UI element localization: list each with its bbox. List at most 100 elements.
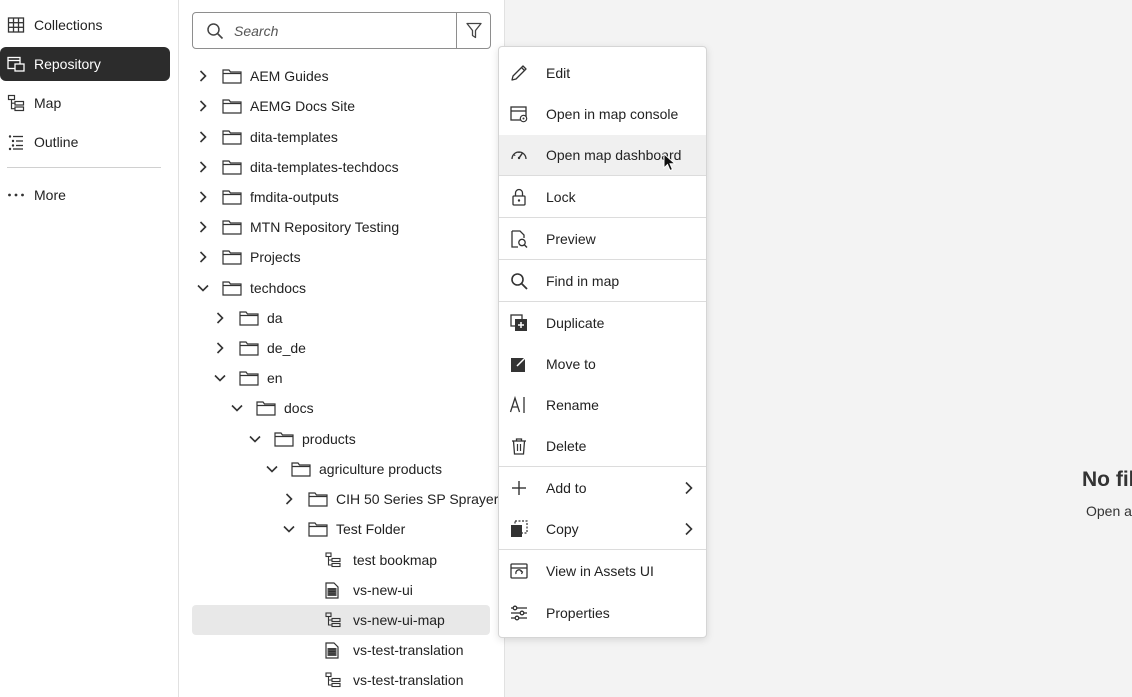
menu-divider	[499, 466, 706, 467]
chevron-right-icon[interactable]	[196, 69, 210, 83]
preview-icon	[509, 229, 529, 249]
chevron-right-icon[interactable]	[196, 220, 210, 234]
tree-row[interactable]: products	[248, 424, 356, 454]
filter-icon	[465, 22, 482, 39]
folder-icon	[308, 521, 328, 537]
tree-row[interactable]: agriculture products	[265, 454, 442, 484]
folder-icon	[274, 431, 294, 447]
tree-row-label: AEMG Docs Site	[250, 98, 356, 114]
chevron-down-icon[interactable]	[265, 462, 279, 476]
nav-item-label: Outline	[34, 134, 79, 150]
folder-icon	[222, 159, 242, 175]
chevron-right-icon[interactable]	[196, 250, 210, 264]
tree-row[interactable]: AEM Guides	[196, 61, 329, 91]
topic-file-icon	[325, 641, 345, 659]
tree-row[interactable]: vs-test-translation	[299, 665, 463, 695]
nav-item-label: Collections	[34, 17, 103, 33]
left-navigation: Collections Repository Map Outline More	[0, 0, 179, 697]
map-console-icon	[509, 104, 529, 124]
chevron-down-icon[interactable]	[196, 281, 210, 295]
folder-icon	[222, 219, 242, 235]
menu-item-edit[interactable]: Edit	[499, 53, 706, 93]
menu-item-find-in-map[interactable]: Find in map	[499, 261, 706, 301]
more-icon	[7, 186, 25, 204]
folder-icon	[222, 98, 242, 114]
copy-icon	[509, 519, 529, 539]
chevron-down-icon[interactable]	[213, 371, 227, 385]
outline-icon	[7, 133, 25, 151]
tree-row[interactable]: de_de	[213, 333, 306, 363]
menu-item-rename[interactable]: Rename	[499, 385, 706, 425]
tree-row[interactable]: dita-templates	[196, 122, 338, 152]
menu-item-label: Rename	[546, 397, 599, 413]
tree-row[interactable]: Test Folder	[282, 514, 405, 544]
tree-row[interactable]: fmdita-outputs	[196, 182, 339, 212]
nav-item-map[interactable]: Map	[0, 86, 170, 120]
nav-item-more[interactable]: More	[0, 178, 170, 212]
menu-divider	[499, 549, 706, 550]
tree-row[interactable]: en	[213, 363, 283, 393]
tree-row-label: dita-templates	[250, 129, 338, 145]
chevron-right-icon[interactable]	[213, 311, 227, 325]
menu-item-duplicate[interactable]: Duplicate	[499, 303, 706, 343]
menu-item-properties[interactable]: Properties	[499, 593, 706, 633]
tree-row[interactable]: techdocs	[196, 273, 306, 303]
tree-row-label: products	[302, 431, 356, 447]
repository-icon	[7, 55, 25, 73]
chevron-right-icon[interactable]	[196, 130, 210, 144]
tree-row-label: CIH 50 Series SP Sprayer ...	[336, 491, 514, 507]
tree-row[interactable]: AEMG Docs Site	[196, 91, 355, 121]
chevron-right-icon	[684, 522, 694, 536]
chevron-right-icon[interactable]	[196, 160, 210, 174]
menu-item-label: Open map dashboard	[546, 147, 682, 163]
menu-item-label: Properties	[546, 605, 610, 621]
folder-icon	[222, 189, 242, 205]
menu-item-add-to[interactable]: Add to	[499, 468, 706, 508]
menu-item-copy[interactable]: Copy	[499, 509, 706, 549]
nav-item-collections[interactable]: Collections	[0, 8, 170, 42]
tree-row[interactable]: vs-new-ui	[299, 575, 413, 605]
tree-row-label: da	[267, 310, 283, 326]
tree-row[interactable]: test bookmap	[299, 545, 437, 575]
chevron-right-icon[interactable]	[282, 492, 296, 506]
menu-item-open-in-map-console[interactable]: Open in map console	[499, 94, 706, 134]
menu-item-delete[interactable]: Delete	[499, 426, 706, 466]
filter-button[interactable]	[456, 13, 490, 48]
tree-row-label: techdocs	[250, 280, 307, 296]
search-icon	[509, 271, 529, 291]
tree-row-label: fmdita-outputs	[250, 189, 339, 205]
empty-state-subtitle: Open a	[1086, 503, 1132, 519]
tree-row[interactable]: docs	[230, 393, 314, 423]
menu-divider	[499, 175, 706, 176]
menu-item-move-to[interactable]: Move to	[499, 344, 706, 384]
menu-item-label: Preview	[546, 231, 596, 247]
chevron-down-icon[interactable]	[248, 432, 262, 446]
tree-row[interactable]: MTN Repository Testing	[196, 212, 399, 242]
search-input[interactable]	[232, 21, 446, 40]
tree-row[interactable]: vs-new-ui-map	[299, 605, 445, 635]
tree-row[interactable]: da	[213, 303, 283, 333]
menu-item-label: Delete	[546, 438, 587, 454]
tree-row-label: de_de	[267, 340, 306, 356]
tree-row[interactable]: CIH 50 Series SP Sprayer ...	[282, 484, 514, 514]
tree-row[interactable]: Projects	[196, 242, 301, 272]
menu-item-view-in-assets-ui[interactable]: View in Assets UI	[499, 551, 706, 591]
chevron-down-icon[interactable]	[282, 522, 296, 536]
chevron-down-icon[interactable]	[230, 401, 244, 415]
tree-row[interactable]: dita-templates-techdocs	[196, 152, 399, 182]
chevron-right-icon[interactable]	[213, 341, 227, 355]
menu-item-lock[interactable]: Lock	[499, 177, 706, 217]
chevron-right-icon[interactable]	[196, 190, 210, 204]
move-icon	[509, 354, 529, 374]
menu-divider	[499, 259, 706, 260]
menu-item-label: Edit	[546, 65, 571, 81]
context-menu: Edit Open in map console Open map dashboar…	[498, 46, 707, 638]
tree-row-label: vs-new-ui-map	[353, 612, 445, 628]
chevron-right-icon[interactable]	[196, 99, 210, 113]
menu-item-label: View in Assets UI	[546, 563, 654, 579]
folder-icon	[256, 400, 276, 416]
nav-item-repository[interactable]: Repository	[0, 47, 170, 81]
nav-item-outline[interactable]: Outline	[0, 125, 170, 159]
menu-item-preview[interactable]: Preview	[499, 219, 706, 259]
tree-row[interactable]: vs-test-translation	[299, 635, 463, 665]
